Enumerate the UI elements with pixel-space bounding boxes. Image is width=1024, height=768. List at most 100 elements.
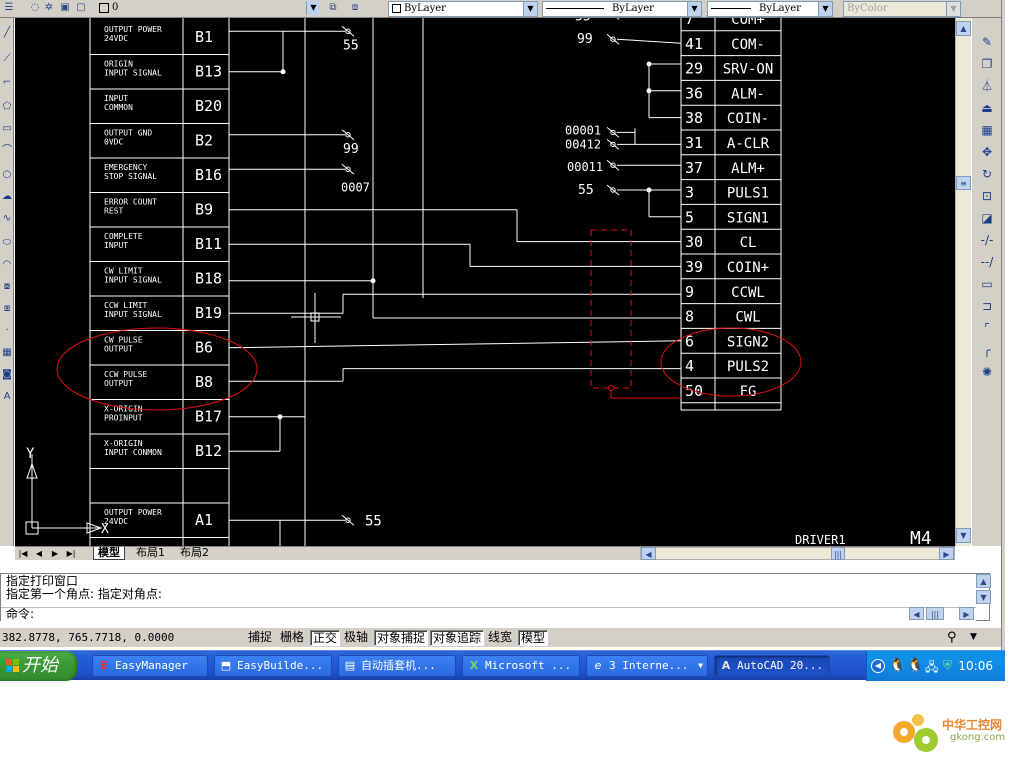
task-easymanager[interactable]: E EasyManager <box>92 655 208 677</box>
shield-icon[interactable]: ⛨ <box>943 658 952 673</box>
first-tab-icon[interactable]: |◀ <box>17 548 29 560</box>
left-label-text: REST <box>104 207 123 216</box>
rectangle-tool-icon[interactable]: ▭ <box>1 122 13 136</box>
spline-tool-icon[interactable]: ∿ <box>1 212 13 226</box>
break-icon[interactable]: ▭ <box>979 276 995 292</box>
status-menu-icon[interactable]: ▼ <box>968 630 979 646</box>
prev-tab-icon[interactable]: ◀ <box>33 548 45 560</box>
tab-layout2[interactable]: 布局2 <box>176 547 213 560</box>
move-icon[interactable]: ✥ <box>979 144 995 160</box>
horizontal-scrollbar[interactable]: ◀ ||| ▶ <box>640 547 955 560</box>
tray-expand-icon[interactable]: ◀ <box>871 659 885 673</box>
ortho-toggle[interactable]: 正交 <box>310 630 341 646</box>
point-tool-icon[interactable]: · <box>1 324 13 338</box>
right-pin-number: 38 <box>685 109 703 127</box>
scroll-right-icon[interactable]: ▶ <box>939 547 954 560</box>
snap-toggle[interactable]: 捕捉 <box>246 630 274 646</box>
task-internet-explorer[interactable]: e 3 Interne... ▼ <box>586 655 708 677</box>
explode-icon[interactable]: ✺ <box>979 364 995 380</box>
polygon-tool-icon[interactable]: ⬠ <box>1 100 13 114</box>
last-tab-icon[interactable]: ▶| <box>65 548 77 560</box>
task-autoinsert[interactable]: ▤ 自动插套机... <box>338 655 456 677</box>
scroll-thumb[interactable]: ≡ <box>956 176 971 190</box>
chamfer-icon[interactable]: ⌜ <box>979 320 995 336</box>
chevron-down-icon[interactable]: ▼ <box>687 2 701 16</box>
next-tab-icon[interactable]: ▶ <box>49 548 61 560</box>
otrack-toggle[interactable]: 对象追踪 <box>430 630 485 646</box>
scale-icon[interactable]: ⊡ <box>979 188 995 204</box>
hscroll-thumb[interactable]: ||| <box>831 547 845 560</box>
cmd-scroll-up-icon[interactable]: ▲ <box>976 574 991 588</box>
erase-icon[interactable]: ✎ <box>979 34 995 50</box>
chevron-down-icon[interactable]: ▼ <box>523 2 537 16</box>
line-tool-icon[interactable]: ╱ <box>1 26 13 40</box>
model-toggle[interactable]: 模型 <box>518 630 549 646</box>
color-combo[interactable]: ByLayer ▼ <box>388 1 538 17</box>
vertical-scrollbar[interactable]: ▲ ≡ ▼ <box>955 18 971 546</box>
ellipse-tool-icon[interactable]: ⬭ <box>1 236 13 250</box>
xline-tool-icon[interactable]: ⟋ <box>1 52 13 66</box>
cmd-hscroll-thumb[interactable]: ||| <box>926 607 944 620</box>
make-block-icon[interactable]: ⧆ <box>1 302 13 316</box>
fillet-icon[interactable]: ╭ <box>979 342 995 358</box>
linetype-combo[interactable]: ByLayer ▼ <box>542 1 702 17</box>
left-pin-text: B17 <box>195 408 222 426</box>
arc-tool-icon[interactable]: ⌒ <box>1 144 13 158</box>
trim-icon[interactable]: -/- <box>979 232 995 248</box>
revcloud-tool-icon[interactable]: ☁ <box>1 190 13 204</box>
insert-block-icon[interactable]: ⧇ <box>1 280 13 294</box>
gkong-watermark: 中华工控网 gkong.com <box>888 710 1018 760</box>
cmd-scroll-right-icon[interactable]: ▶ <box>959 607 974 620</box>
circle-tool-icon[interactable]: ○ <box>1 168 13 182</box>
stretch-icon[interactable]: ◪ <box>979 210 995 226</box>
cmd-scroll-down-icon[interactable]: ▼ <box>976 590 991 604</box>
join-icon[interactable]: ⊐ <box>979 298 995 314</box>
qq-icon-2[interactable]: 🐧 <box>907 658 923 673</box>
region-tool-icon[interactable]: ◙ <box>1 368 13 382</box>
array-icon[interactable]: ▦ <box>979 122 995 138</box>
layer-manager-icon[interactable]: ☰ <box>2 1 16 15</box>
network-icon[interactable]: 🖧 <box>925 658 938 679</box>
lineweight-toggle[interactable]: 线宽 <box>486 630 514 646</box>
mirror-icon[interactable]: ⏃ <box>979 78 995 94</box>
left-label-text: INPUT CONMON <box>104 448 162 457</box>
task-microsoft-excel[interactable]: X Microsoft ... <box>462 655 580 677</box>
command-window: 指定打印窗口 指定第一个角点: 指定对角点: 命令: ▲ ▼ ◀ ||| ▶ <box>0 573 991 621</box>
polyline-tool-icon[interactable]: ⌐ <box>1 76 13 90</box>
scroll-up-icon[interactable]: ▲ <box>956 21 971 36</box>
polar-toggle[interactable]: 极轴 <box>342 630 370 646</box>
task-easybuilder[interactable]: ⬒ EasyBuilde... <box>214 655 332 677</box>
right-pin-number: 4 <box>685 357 694 375</box>
offset-icon[interactable]: ⏏ <box>979 100 995 116</box>
extend-icon[interactable]: --/ <box>979 254 995 270</box>
tab-layout1[interactable]: 布局1 <box>132 547 169 560</box>
grid-toggle[interactable]: 栅格 <box>278 630 306 646</box>
rotate-icon[interactable]: ↻ <box>979 166 995 182</box>
scroll-down-icon[interactable]: ▼ <box>956 528 971 543</box>
tab-model[interactable]: 模型 <box>93 547 125 560</box>
layer-previous-icon[interactable]: ⧈ <box>348 1 362 15</box>
scroll-left-icon[interactable]: ◀ <box>641 547 656 560</box>
ellipse-arc-tool-icon[interactable]: ◠ <box>1 258 13 272</box>
drawing-canvas[interactable]: OUTPUT POWER 24VDC B1 ORIGIN INPUT SIGNAL B13… <box>15 18 955 546</box>
qq-icon[interactable]: 🐧 <box>889 658 905 673</box>
clock[interactable]: 10:06 <box>958 659 993 673</box>
task-autocad[interactable]: A AutoCAD 20... <box>714 655 830 677</box>
left-pin-text: B20 <box>195 97 222 115</box>
right-signal-name: ALM+ <box>731 161 765 177</box>
mtext-tool-icon[interactable]: A <box>1 390 13 404</box>
chevron-down-icon[interactable]: ▼ <box>818 2 832 16</box>
command-input[interactable]: 命令: <box>1 607 976 621</box>
hatch-tool-icon[interactable]: ▦ <box>1 346 13 360</box>
make-current-layer-icon[interactable]: ⧉ <box>326 1 340 15</box>
copy-icon[interactable]: ❐ <box>979 56 995 72</box>
left-label-text: ERROR COUNT <box>104 198 157 207</box>
osnap-toggle[interactable]: 对象捕捉 <box>374 630 429 646</box>
lineweight-combo[interactable]: ByLayer ▼ <box>707 1 833 17</box>
chevron-down-icon[interactable]: ▼ <box>306 1 320 15</box>
modify-toolbar: ✎ ❐ ⏃ ⏏ ▦ ✥ ↻ ⊡ ◪ -/- --/ ▭ ⊐ ⌜ ╭ ✺ <box>971 18 1001 546</box>
start-button[interactable]: 开始 <box>0 651 78 681</box>
comm-center-icon[interactable]: ⚲ <box>945 630 959 646</box>
layer-combo[interactable]: 0 ▼ <box>96 1 320 17</box>
cmd-scroll-left-icon[interactable]: ◀ <box>909 607 924 620</box>
